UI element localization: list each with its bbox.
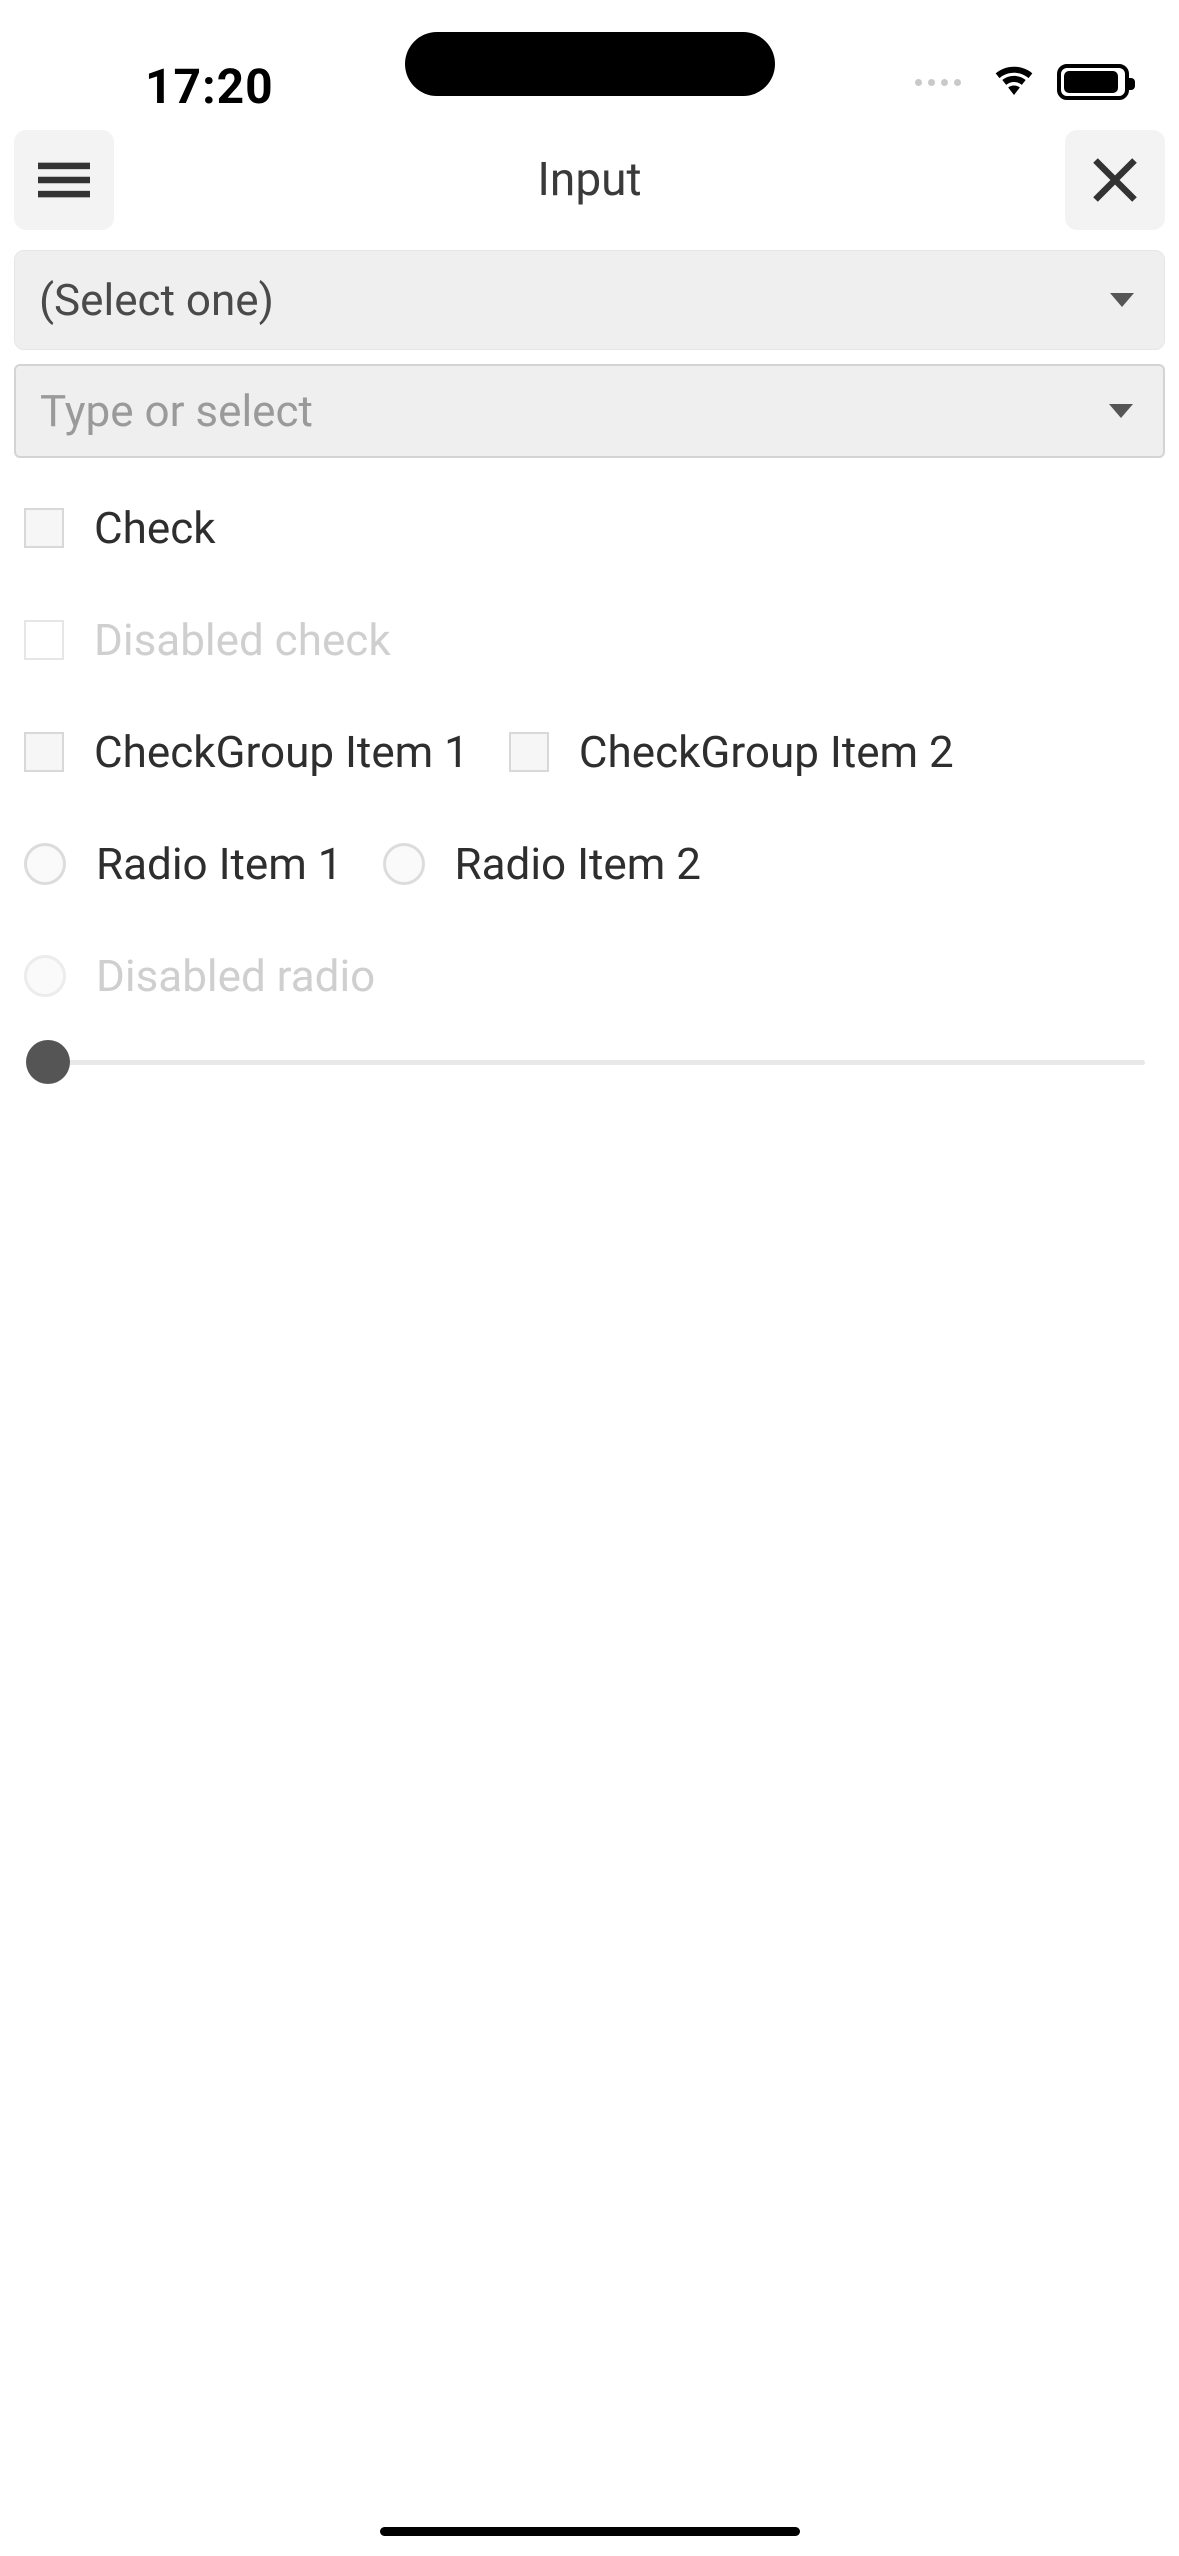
disabled-check-row: Disabled check	[14, 584, 1165, 696]
dynamic-island	[405, 32, 775, 96]
checkgroup-row: CheckGroup Item 1 CheckGroup Item 2	[14, 696, 1165, 808]
content: (Select one) Type or select Check Disabl…	[0, 240, 1179, 1102]
radio-1[interactable]	[24, 843, 66, 885]
checkgroup-1-label: CheckGroup Item 1	[94, 726, 469, 778]
checkgroup-item-1: CheckGroup Item 1	[24, 726, 469, 778]
home-indicator[interactable]	[380, 2527, 800, 2536]
disabled-radio-label: Disabled radio	[96, 950, 375, 1002]
radio-2[interactable]	[383, 843, 425, 885]
wifi-icon	[989, 60, 1039, 104]
type-or-select-combobox[interactable]: Type or select	[14, 364, 1165, 458]
type-or-select-placeholder: Type or select	[40, 385, 313, 437]
checkgroup-item-2: CheckGroup Item 2	[509, 726, 954, 778]
select-one-dropdown[interactable]: (Select one)	[14, 250, 1165, 350]
app-header: Input	[0, 110, 1179, 240]
close-button[interactable]	[1065, 130, 1165, 230]
radio-1-label: Radio Item 1	[96, 838, 343, 890]
menu-button[interactable]	[14, 130, 114, 230]
close-icon	[1089, 154, 1141, 206]
status-bar: 17:20	[0, 0, 1179, 110]
battery-icon	[1057, 64, 1129, 100]
select-one-value: (Select one)	[39, 274, 274, 326]
checkgroup-2-label: CheckGroup Item 2	[579, 726, 954, 778]
radio-item-1: Radio Item 1	[24, 838, 343, 890]
radio-item-2: Radio Item 2	[383, 838, 702, 890]
checkgroup-2-checkbox[interactable]	[509, 732, 549, 772]
status-time: 17:20	[145, 58, 274, 115]
radio-group-row: Radio Item 1 Radio Item 2	[14, 808, 1165, 920]
disabled-radio	[24, 955, 66, 997]
slider-track	[34, 1060, 1145, 1065]
checkgroup-1-checkbox[interactable]	[24, 732, 64, 772]
check-label: Check	[94, 502, 216, 554]
status-right	[915, 60, 1129, 104]
hamburger-icon	[38, 154, 90, 206]
cellular-icon	[915, 79, 961, 86]
disabled-radio-row: Disabled radio	[14, 920, 1165, 1032]
disabled-check-checkbox	[24, 620, 64, 660]
slider[interactable]	[14, 1032, 1165, 1092]
check-row: Check	[14, 472, 1165, 584]
slider-thumb[interactable]	[26, 1040, 70, 1084]
chevron-down-icon	[1109, 404, 1133, 418]
check-checkbox[interactable]	[24, 508, 64, 548]
disabled-check-label: Disabled check	[94, 614, 391, 666]
chevron-down-icon	[1110, 293, 1134, 307]
radio-2-label: Radio Item 2	[455, 838, 702, 890]
page-title: Input	[537, 153, 641, 207]
